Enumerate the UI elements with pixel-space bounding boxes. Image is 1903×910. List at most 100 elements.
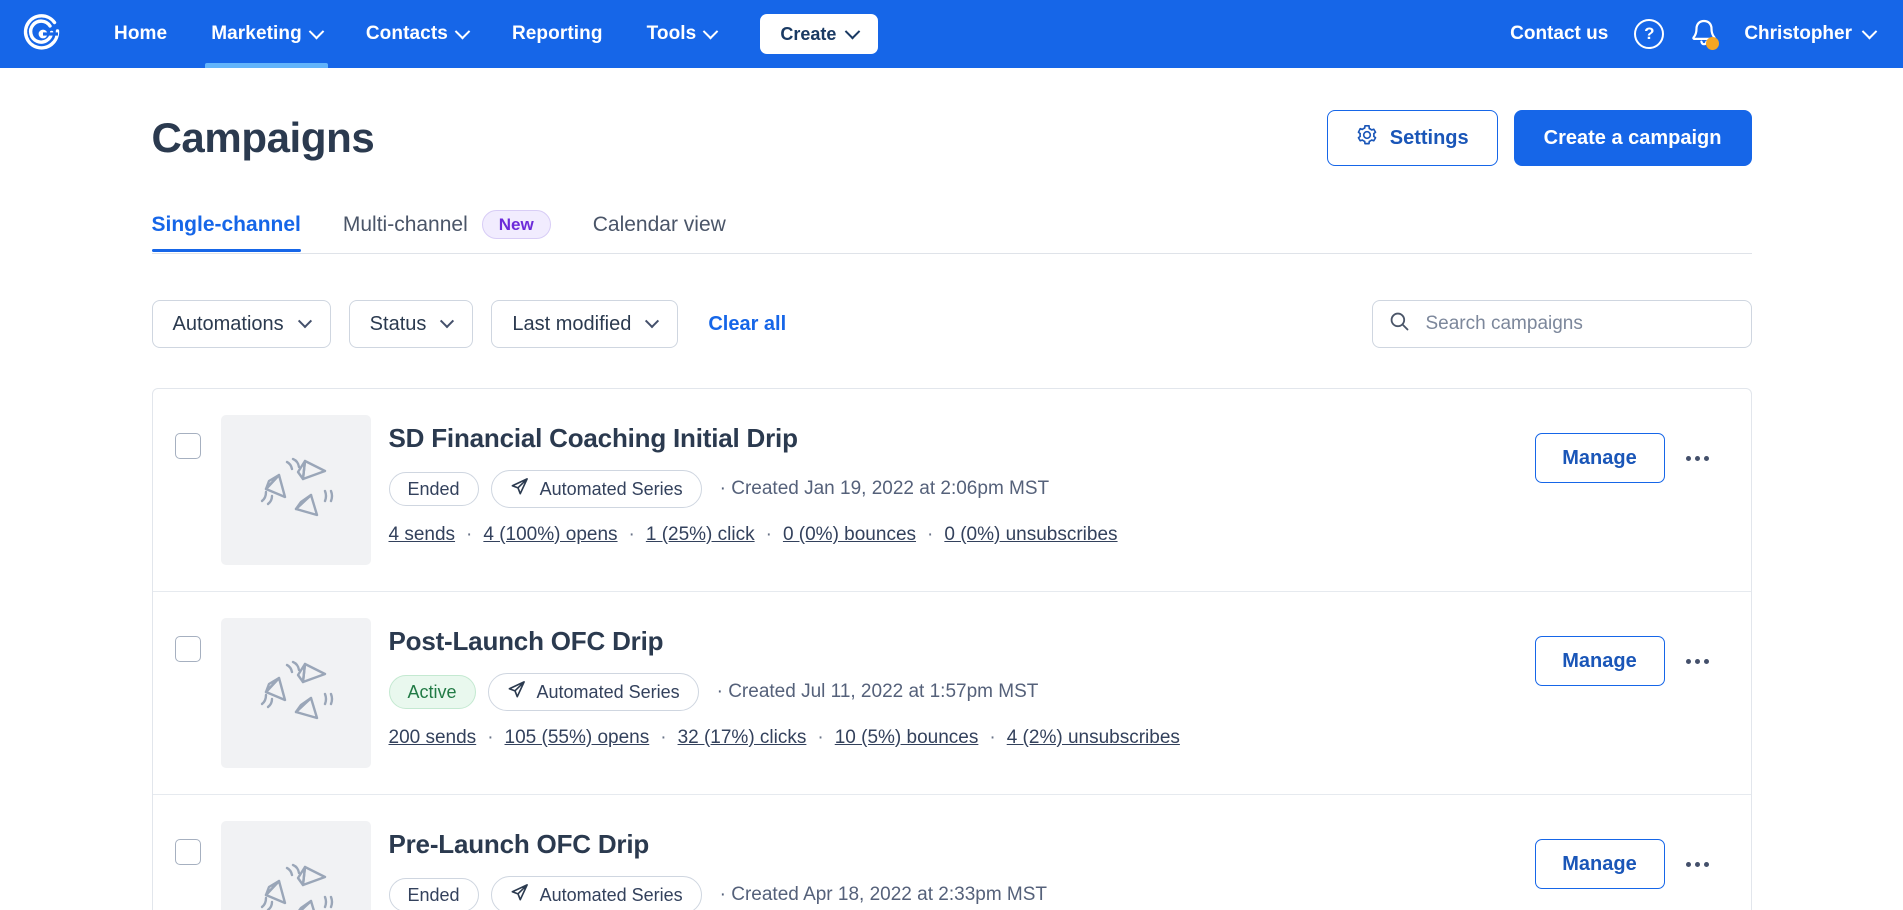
manage-button[interactable]: Manage (1535, 839, 1665, 889)
campaign-type-badge: Automated Series (488, 673, 699, 711)
nav-item-tools[interactable]: Tools (625, 0, 739, 68)
chevron-down-icon (645, 314, 659, 328)
campaign-stat-link[interactable]: 10 (5%) bounces (835, 727, 979, 749)
campaign-stat-link[interactable]: 0 (0%) unsubscribes (944, 524, 1117, 546)
campaign-type-label: Automated Series (537, 682, 680, 703)
top-navigation-bar: Home Marketing Contacts Reporting Tools Crea… (0, 0, 1903, 68)
status-badge: Ended (389, 878, 479, 910)
paper-planes-icon (253, 851, 339, 910)
settings-button-label: Settings (1390, 127, 1469, 150)
clear-all-filters-link[interactable]: Clear all (708, 313, 786, 336)
stat-separator: · (629, 524, 635, 546)
campaign-created-date: · Created Apr 18, 2022 at 2:33pm MST (720, 884, 1047, 906)
nav-item-marketing[interactable]: Marketing (189, 0, 344, 68)
tab-label: Multi-channel (343, 213, 468, 237)
page-title: Campaigns (152, 114, 375, 162)
create-campaign-button[interactable]: Create a campaign (1514, 110, 1752, 166)
campaign-title-link[interactable]: SD Financial Coaching Initial Drip (389, 423, 1535, 454)
manage-button[interactable]: Manage (1535, 636, 1665, 686)
stat-separator: · (989, 727, 995, 749)
campaign-thumbnail (221, 821, 371, 910)
tab-calendar-view[interactable]: Calendar view (593, 213, 726, 251)
campaign-thumbnail (221, 618, 371, 768)
chevron-down-icon (455, 23, 471, 39)
campaign-stat-link[interactable]: 105 (55%) opens (505, 727, 650, 749)
filter-status[interactable]: Status (349, 300, 474, 348)
paper-plane-send-icon (510, 883, 529, 907)
more-options-icon[interactable] (1675, 841, 1721, 887)
view-tabs: Single-channel Multi-channel New Calendar v… (152, 210, 1752, 254)
campaign-list: SD Financial Coaching Initial DripEnded … (152, 388, 1752, 910)
constant-contact-logo-icon[interactable] (22, 13, 64, 55)
tab-single-channel[interactable]: Single-channel (152, 213, 301, 251)
paper-planes-icon (253, 445, 339, 536)
create-button[interactable]: Create (760, 14, 878, 54)
question-mark-circle-icon[interactable]: ? (1634, 19, 1664, 49)
filter-bar: Automations Status Last modified Clear a… (152, 300, 1752, 348)
help-glyph: ? (1644, 24, 1654, 44)
search-campaigns-field[interactable] (1372, 300, 1752, 348)
chevron-down-icon (309, 23, 325, 39)
chevron-down-icon (440, 314, 454, 328)
nav-item-contacts[interactable]: Contacts (344, 0, 490, 68)
campaign-row-main: Pre-Launch OFC Drip Ended Automated Serie… (389, 821, 1535, 910)
filter-last-modified-label: Last modified (512, 313, 631, 336)
gear-icon (1356, 124, 1378, 152)
filter-last-modified[interactable]: Last modified (491, 300, 678, 348)
campaign-stat-link[interactable]: 0 (0%) bounces (783, 524, 916, 546)
tab-label: Calendar view (593, 213, 726, 237)
campaign-stats: 4 sends · 4 (100%) opens · 1 (25%) click · 0 (… (389, 524, 1535, 546)
user-menu[interactable]: Christopher (1744, 23, 1875, 45)
stat-separator: · (660, 727, 666, 749)
campaign-stat-link[interactable]: 4 (100%) opens (483, 524, 617, 546)
campaign-row-actions: Manage (1535, 415, 1721, 483)
nav-item-home[interactable]: Home (92, 0, 189, 68)
campaign-row-actions: Manage (1535, 821, 1721, 889)
campaign-title-link[interactable]: Pre-Launch OFC Drip (389, 829, 1535, 860)
filter-status-label: Status (370, 313, 427, 336)
search-icon (1389, 311, 1410, 337)
campaign-stat-link[interactable]: 1 (25%) click (646, 524, 755, 546)
manage-button[interactable]: Manage (1535, 433, 1665, 483)
paper-planes-icon (253, 648, 339, 739)
nav-item-reporting[interactable]: Reporting (490, 0, 625, 68)
more-options-icon[interactable] (1675, 638, 1721, 684)
campaign-type-badge: Automated Series (491, 470, 702, 508)
nav-item-label: Home (114, 23, 167, 45)
status-badge: Ended (389, 472, 479, 507)
campaign-stat-link[interactable]: 4 (2%) unsubscribes (1007, 727, 1180, 749)
header-actions: Settings Create a campaign (1327, 110, 1752, 166)
nav-links: Home Marketing Contacts Reporting Tools (92, 0, 738, 68)
campaign-created-date: · Created Jan 19, 2022 at 2:06pm MST (720, 478, 1050, 500)
campaign-stat-link[interactable]: 4 sends (389, 524, 456, 546)
tab-new-badge: New (482, 210, 551, 239)
chevron-down-icon (1862, 23, 1878, 39)
paper-plane-send-icon (510, 477, 529, 501)
search-input[interactable] (1424, 312, 1735, 336)
campaign-meta: Active Automated Series · Created Jul 11,… (389, 673, 1535, 711)
stat-separator: · (817, 727, 823, 749)
status-badge: Active (389, 675, 476, 710)
paper-plane-send-icon (507, 680, 526, 704)
stat-separator: · (927, 524, 933, 546)
nav-item-label: Contacts (366, 23, 448, 45)
campaign-stats: 200 sends · 105 (55%) opens · 32 (17%) click… (389, 727, 1535, 749)
campaign-type-label: Automated Series (540, 885, 683, 906)
nav-item-label: Tools (647, 23, 697, 45)
campaign-stat-link[interactable]: 200 sends (389, 727, 477, 749)
campaign-title-link[interactable]: Post-Launch OFC Drip (389, 626, 1535, 657)
row-select-checkbox[interactable] (175, 636, 201, 662)
row-select-checkbox[interactable] (175, 839, 201, 865)
settings-button[interactable]: Settings (1327, 110, 1498, 166)
row-select-checkbox[interactable] (175, 433, 201, 459)
campaign-created-date: · Created Jul 11, 2022 at 1:57pm MST (717, 681, 1039, 703)
nav-right-group: Contact us ? Christopher (1510, 18, 1875, 50)
campaign-stat-link[interactable]: 32 (17%) clicks (678, 727, 807, 749)
filter-automations[interactable]: Automations (152, 300, 331, 348)
stat-separator: · (766, 524, 772, 546)
bell-icon[interactable] (1690, 18, 1718, 50)
contact-us-link[interactable]: Contact us (1510, 23, 1608, 45)
tab-multi-channel[interactable]: Multi-channel New (343, 210, 551, 253)
more-options-icon[interactable] (1675, 435, 1721, 481)
campaign-thumbnail (221, 415, 371, 565)
